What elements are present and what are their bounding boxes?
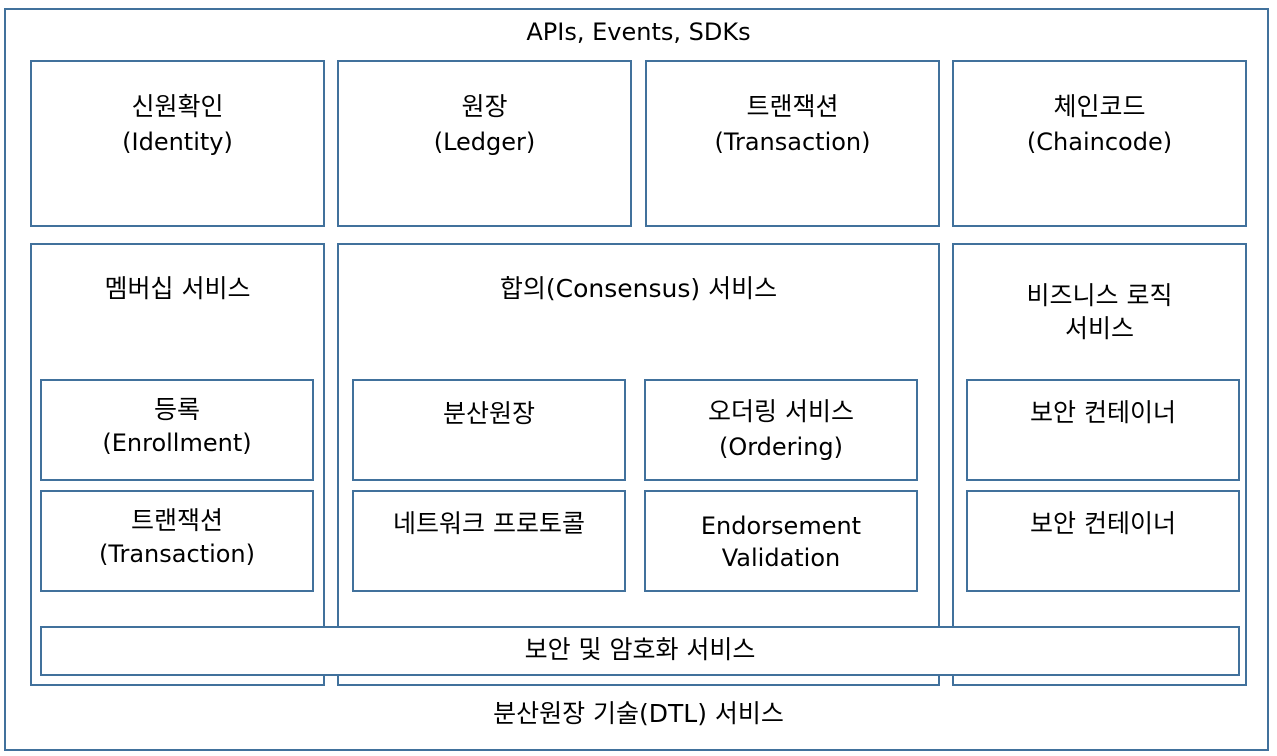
network-protocol-label: 네트워크 프로토콜 bbox=[393, 509, 585, 538]
security-encryption-label: 보안 및 암호화 서비스 bbox=[524, 635, 756, 664]
endorsement-validation-box: Endorsement Validation bbox=[644, 490, 918, 592]
consensus-service-title: 합의(Consensus) 서비스 bbox=[499, 274, 778, 303]
concept-box-transaction: 트랜잭션 (Transaction) bbox=[645, 60, 940, 227]
concept-title: 트랜잭션 bbox=[746, 92, 839, 121]
ordering-title: 오더링 서비스 bbox=[708, 397, 854, 426]
concept-title: 체인코드 bbox=[1053, 92, 1146, 121]
membership-transaction-subtitle: (Transaction) bbox=[98, 540, 256, 568]
secure-container-label: 보안 컨테이너 bbox=[1030, 509, 1176, 538]
ordering-service-box: 오더링 서비스 (Ordering) bbox=[644, 379, 918, 481]
membership-transaction-box: 트랜잭션 (Transaction) bbox=[40, 490, 314, 592]
network-protocol-box: 네트워크 프로토콜 bbox=[352, 490, 626, 592]
top-label: APIs, Events, SDKs bbox=[526, 18, 751, 46]
secure-container-label: 보안 컨테이너 bbox=[1030, 398, 1176, 427]
business-logic-title-line2: 서비스 bbox=[1064, 314, 1134, 343]
secure-container-box-1: 보안 컨테이너 bbox=[966, 379, 1240, 481]
distributed-ledger-label: 분산원장 bbox=[442, 399, 535, 428]
concept-box-identity: 신원확인 (Identity) bbox=[30, 60, 325, 227]
concept-box-chaincode: 체인코드 (Chaincode) bbox=[952, 60, 1247, 227]
concept-subtitle: (Transaction) bbox=[714, 128, 871, 156]
distributed-ledger-box: 분산원장 bbox=[352, 379, 626, 481]
membership-transaction-title: 트랜잭션 bbox=[130, 506, 223, 535]
concept-title: 신원확인 bbox=[131, 92, 224, 121]
membership-service-title: 멤버십 서비스 bbox=[104, 274, 251, 303]
enrollment-subtitle: (Enrollment) bbox=[102, 429, 252, 457]
endorsement-label: Endorsement bbox=[700, 512, 862, 540]
concept-title: 원장 bbox=[461, 92, 508, 121]
validation-label: Validation bbox=[721, 544, 841, 572]
business-logic-title-line1: 비즈니스 로직 bbox=[1026, 281, 1173, 310]
concept-box-ledger: 원장 (Ledger) bbox=[337, 60, 632, 227]
ordering-subtitle: (Ordering) bbox=[718, 433, 844, 461]
security-encryption-bar: 보안 및 암호화 서비스 bbox=[40, 626, 1240, 676]
secure-container-box-2: 보안 컨테이너 bbox=[966, 490, 1240, 592]
enrollment-title: 등록 bbox=[153, 395, 200, 424]
concept-subtitle: (Identity) bbox=[122, 128, 233, 156]
enrollment-box: 등록 (Enrollment) bbox=[40, 379, 314, 481]
concept-subtitle: (Chaincode) bbox=[1026, 128, 1173, 156]
bottom-label: 분산원장 기술(DTL) 서비스 bbox=[493, 699, 784, 728]
concept-subtitle: (Ledger) bbox=[433, 128, 536, 156]
